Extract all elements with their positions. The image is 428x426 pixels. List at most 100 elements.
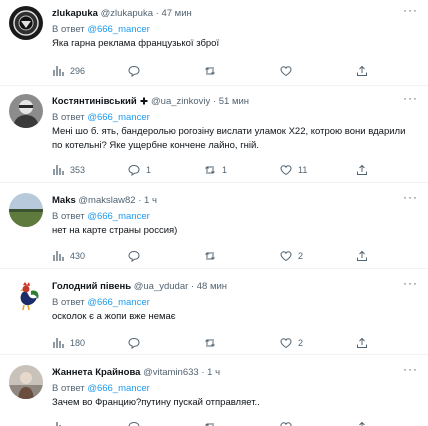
like-button[interactable]	[280, 63, 340, 79]
tweet[interactable]: Жаннета Крайнова @vitamin633 · 1 ч В отв…	[0, 355, 428, 426]
reply-feed: zlukapuka @zlukapuka · 47 мин В ответ @6…	[0, 0, 428, 426]
views-button[interactable]: 180	[52, 335, 112, 351]
heart-icon	[280, 165, 292, 176]
reply-button[interactable]	[128, 248, 188, 264]
tweet[interactable]: Maks @makslaw82 · 1 ч В ответ @666_mance…	[0, 183, 428, 269]
separator-dot: ·	[155, 8, 159, 19]
separator-dot: ·	[212, 96, 217, 107]
more-options-icon[interactable]: ···	[403, 363, 418, 375]
more-options-icon[interactable]: ···	[403, 92, 418, 104]
share-button[interactable]	[356, 419, 368, 426]
like-button[interactable]: 2	[280, 335, 340, 351]
reply-context: В ответ @666_mancer	[52, 382, 418, 396]
views-button[interactable]: 430	[52, 248, 112, 264]
share-icon	[359, 421, 365, 426]
like-button[interactable]: 2	[280, 248, 340, 264]
tweet-actions: 353 1 1 11	[52, 162, 368, 178]
rooster-icon	[9, 279, 43, 313]
author-name[interactable]: Голодний півень	[52, 281, 131, 292]
tweet-actions: 296	[52, 63, 368, 79]
more-options-icon[interactable]: ···	[403, 4, 418, 16]
more-options-icon[interactable]: ···	[403, 191, 418, 203]
retweet-button[interactable]	[204, 63, 264, 79]
tweet-body: Костянтинівський @ua_zinkoviy · 51 мин В…	[52, 94, 418, 153]
reply-mention-link[interactable]: @666_mancer	[87, 297, 149, 308]
share-button[interactable]	[356, 335, 368, 351]
tweet-text: осколок є а жопи вже немає	[52, 311, 176, 322]
reply-mention-link[interactable]: @666_mancer	[87, 383, 149, 394]
tweet-header: Голодний півень @ua_ydudar · 48 мин	[52, 279, 418, 295]
reply-context: В ответ @666_mancer	[52, 23, 418, 37]
timestamp[interactable]: 51 мин	[219, 96, 249, 107]
share-icon	[357, 337, 367, 348]
reply-mention-link[interactable]: @666_mancer	[87, 211, 149, 222]
timestamp[interactable]: 1 ч	[207, 367, 220, 378]
author-name[interactable]: Maks	[52, 195, 76, 206]
retweet-button[interactable]: 1	[204, 162, 264, 178]
author-handle[interactable]: @makslaw82	[78, 195, 135, 206]
views-button[interactable]: 353	[52, 162, 112, 178]
more-options-icon[interactable]: ···	[403, 277, 418, 289]
timestamp[interactable]: 47 мин	[161, 8, 191, 19]
tweet[interactable]: Костянтинівський @ua_zinkoviy · 51 мин В…	[0, 86, 428, 183]
heart-icon	[280, 422, 292, 426]
avatar[interactable]	[9, 6, 43, 40]
timestamp[interactable]: 1 ч	[144, 195, 157, 206]
retweet-button[interactable]	[204, 335, 264, 351]
reply-count: 1	[146, 165, 152, 175]
like-button[interactable]	[280, 419, 340, 426]
tweet-body: Голодний півень @ua_ydudar · 48 мин В от…	[52, 279, 418, 324]
tweet-header: Maks @makslaw82 · 1 ч	[52, 193, 418, 209]
avatar[interactable]	[9, 365, 43, 399]
retweet-icon	[205, 166, 215, 174]
reply-button[interactable]	[128, 335, 188, 351]
author-handle[interactable]: @vitamin633	[143, 367, 199, 378]
author-name[interactable]: Жаннета Крайнова	[52, 367, 140, 378]
retweet-button[interactable]	[204, 248, 264, 264]
retweet-icon	[205, 339, 215, 347]
avatar[interactable]	[9, 94, 43, 128]
reply-prefix: В ответ	[52, 211, 85, 222]
tweet-body: Maks @makslaw82 · 1 ч В ответ @666_mance…	[52, 193, 418, 238]
views-count: 180	[70, 338, 86, 348]
share-button[interactable]	[356, 162, 368, 178]
author-name[interactable]: Костянтинівський	[52, 96, 137, 107]
tweet[interactable]: zlukapuka @zlukapuka · 47 мин В ответ @6…	[0, 0, 428, 86]
separator-dot: ·	[138, 195, 142, 206]
reply-prefix: В ответ	[52, 24, 85, 35]
tweet-body: Жаннета Крайнова @vitamin633 · 1 ч В отв…	[52, 365, 418, 410]
retweet-icon	[205, 423, 214, 426]
reply-mention-link[interactable]: @666_mancer	[87, 24, 149, 35]
avatar[interactable]	[9, 193, 43, 227]
avatar-image	[9, 365, 43, 399]
timestamp[interactable]: 48 мин	[197, 281, 227, 292]
separator-dot: ·	[190, 281, 195, 292]
share-button[interactable]	[356, 248, 368, 264]
reply-mention-link[interactable]: @666_mancer	[87, 112, 149, 123]
author-name[interactable]: zlukapuka	[52, 8, 98, 19]
share-button[interactable]	[356, 63, 368, 79]
reply-context: В ответ @666_mancer	[52, 111, 418, 125]
tweet-header: Жаннета Крайнова @vitamin633 · 1 ч	[52, 365, 418, 381]
views-icon	[53, 338, 64, 348]
heart-icon	[280, 338, 292, 349]
avatar[interactable]	[9, 279, 43, 313]
author-handle[interactable]: @zlukapuka	[101, 8, 153, 19]
tweet[interactable]: Голодний півень @ua_ydudar · 48 мин В от…	[0, 269, 428, 355]
views-button[interactable]	[52, 419, 112, 426]
views-button[interactable]: 296	[52, 63, 112, 79]
avatar-image	[9, 6, 43, 40]
reply-button[interactable]	[128, 419, 188, 426]
reply-button[interactable]	[128, 63, 188, 79]
tweet-text: Яка гарна реклама французької зброї	[52, 38, 220, 49]
heart-icon	[280, 66, 292, 77]
reply-button[interactable]: 1	[128, 162, 188, 178]
reply-context: В ответ @666_mancer	[52, 210, 418, 224]
author-handle[interactable]: @ua_zinkoviy	[151, 96, 210, 107]
author-handle[interactable]: @ua_ydudar	[134, 281, 189, 292]
retweet-button[interactable]	[204, 419, 264, 426]
like-button[interactable]: 11	[280, 162, 340, 178]
tweet-body: zlukapuka @zlukapuka · 47 мин В ответ @6…	[52, 6, 418, 51]
views-icon	[53, 422, 61, 426]
share-icon	[357, 250, 367, 261]
